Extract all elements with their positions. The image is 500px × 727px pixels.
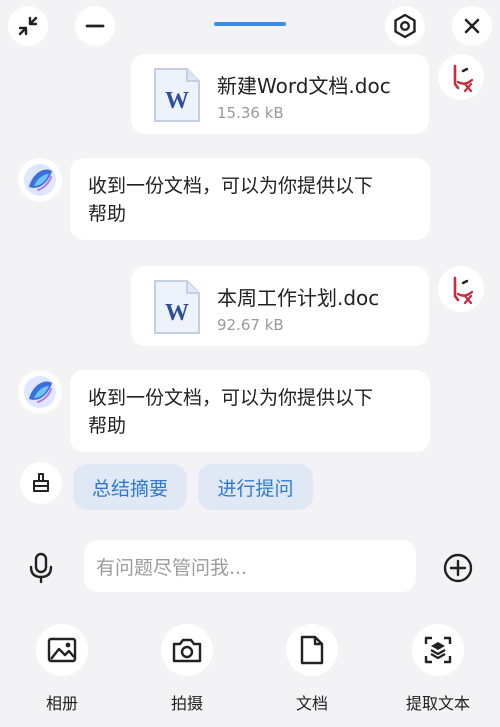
message-line: 收到一份文档，可以为你提供以下 bbox=[88, 387, 374, 409]
tool-bar: 相册 拍摄 文档 提取文本 bbox=[0, 612, 500, 727]
file-message[interactable]: W 本周工作计划.doc 92.67 kB bbox=[131, 266, 429, 346]
collapse-button[interactable] bbox=[8, 6, 48, 46]
assistant-avatar bbox=[18, 158, 62, 202]
tool-label: 拍摄 bbox=[170, 694, 203, 713]
input-bar: 有问题尽管问我... bbox=[0, 522, 500, 612]
user-avatar bbox=[438, 54, 484, 100]
plus-circle-icon bbox=[443, 553, 473, 583]
assistant-logo-icon bbox=[24, 164, 56, 196]
user-avatar bbox=[438, 266, 484, 312]
tool-document-circle[interactable] bbox=[286, 624, 338, 676]
minimize-button[interactable] bbox=[75, 6, 115, 46]
tool-album[interactable]: 相册 bbox=[12, 624, 112, 716]
top-bar bbox=[0, 0, 500, 52]
file-message[interactable]: W 新建Word文档.doc 15.36 kB bbox=[131, 54, 429, 134]
file-name: 新建Word文档.doc bbox=[217, 74, 391, 98]
close-button[interactable] bbox=[452, 6, 492, 46]
suggestion-ask-question[interactable]: 进行提问 bbox=[198, 464, 313, 510]
file-name: 本周工作计划.doc bbox=[217, 286, 380, 310]
voice-input-button[interactable] bbox=[23, 550, 59, 586]
message-line: 收到一份文档，可以为你提供以下 bbox=[88, 175, 374, 197]
tool-label: 相册 bbox=[45, 694, 78, 713]
camera-icon bbox=[172, 638, 202, 663]
tool-label: 文档 bbox=[295, 694, 328, 713]
close-icon bbox=[464, 18, 480, 34]
file-size: 92.67 kB bbox=[217, 316, 284, 334]
assistant-avatar bbox=[18, 370, 62, 414]
word-doc-icon: W bbox=[154, 280, 200, 334]
clear-chat-button[interactable] bbox=[20, 462, 62, 504]
chat-area[interactable]: W 新建Word文档.doc 15.36 kB 收到一份文档，可以为你提供以下 … bbox=[0, 52, 500, 522]
minus-icon bbox=[85, 24, 105, 28]
message-line: 帮助 bbox=[88, 203, 127, 225]
tool-album-circle[interactable] bbox=[36, 624, 88, 676]
document-icon bbox=[300, 635, 324, 665]
input-placeholder: 有问题尽管问我... bbox=[96, 556, 248, 579]
broom-icon bbox=[33, 473, 49, 492]
gear-icon bbox=[394, 13, 416, 39]
user-avatar-icon bbox=[453, 276, 474, 305]
microphone-icon bbox=[29, 552, 53, 584]
tool-camera-circle[interactable] bbox=[161, 624, 213, 676]
assistant-logo-icon bbox=[24, 376, 56, 408]
word-doc-icon: W bbox=[154, 68, 200, 122]
scan-text-icon bbox=[424, 636, 452, 664]
tool-extract-text-circle[interactable] bbox=[412, 624, 464, 676]
image-icon bbox=[47, 637, 77, 663]
add-button[interactable] bbox=[440, 550, 476, 586]
assistant-message: 收到一份文档，可以为你提供以下 帮助 bbox=[70, 158, 430, 240]
file-size: 15.36 kB bbox=[217, 104, 284, 122]
tool-camera[interactable]: 拍摄 bbox=[137, 624, 237, 716]
user-avatar-icon bbox=[453, 64, 474, 93]
message-input[interactable]: 有问题尽管问我... bbox=[84, 540, 416, 592]
drag-handle[interactable] bbox=[214, 22, 286, 26]
file-icon-letter: W bbox=[165, 88, 189, 114]
collapse-icon bbox=[18, 16, 38, 36]
tool-extract-text[interactable]: 提取文本 bbox=[388, 624, 488, 716]
tool-label: 提取文本 bbox=[405, 694, 470, 713]
message-line: 帮助 bbox=[88, 415, 127, 437]
suggestion-summarize[interactable]: 总结摘要 bbox=[73, 464, 187, 510]
settings-button[interactable] bbox=[385, 6, 425, 46]
tool-document[interactable]: 文档 bbox=[262, 624, 362, 716]
assistant-message: 收到一份文档，可以为你提供以下 帮助 bbox=[70, 370, 430, 452]
file-icon-letter: W bbox=[165, 300, 189, 326]
